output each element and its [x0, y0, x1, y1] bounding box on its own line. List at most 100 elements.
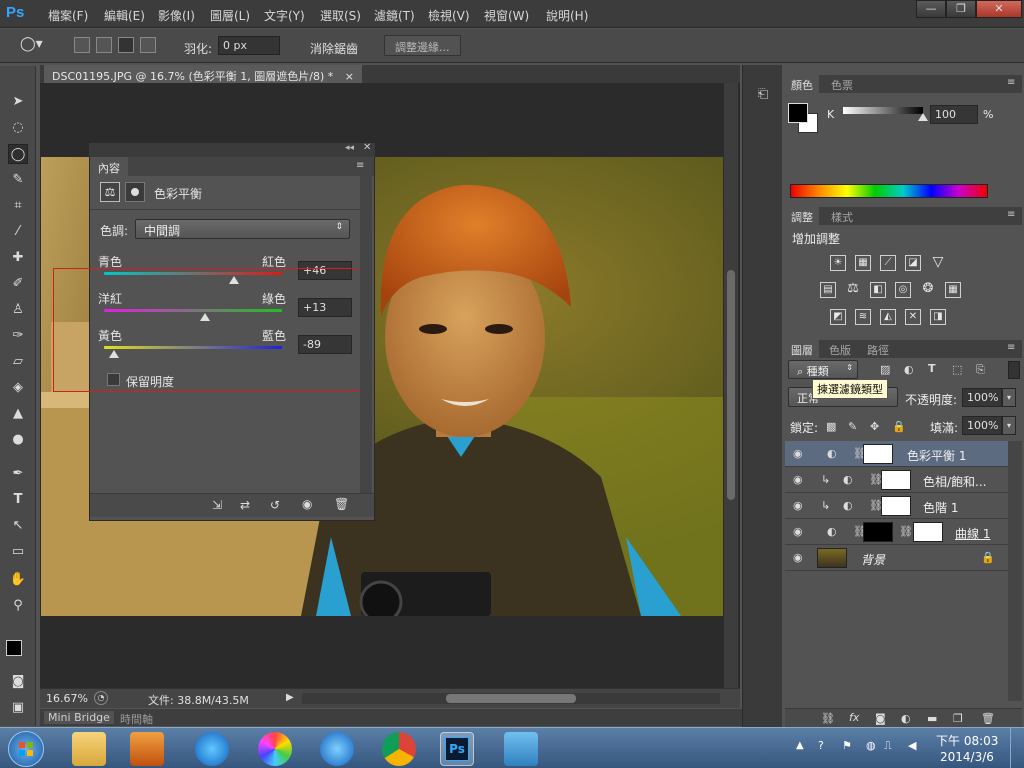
menu-window[interactable]: 視窗(W) — [484, 7, 529, 24]
camera-app-icon[interactable] — [504, 732, 538, 766]
lock-pixels-icon[interactable]: ✎ — [848, 420, 857, 433]
menu-view[interactable]: 檢視(V) — [428, 7, 470, 24]
tab-paths[interactable]: 路徑 — [861, 340, 895, 358]
clock-time[interactable]: 下午 08:03 — [936, 732, 998, 749]
levels-icon[interactable]: ▦ — [855, 255, 871, 271]
color-lookup-icon[interactable]: ▦ — [945, 282, 961, 298]
delete-adjustment-icon[interactable]: 🗑 — [334, 497, 349, 511]
k-slider-thumb[interactable] — [918, 113, 928, 121]
gradient-map-icon[interactable]: ✕ — [905, 309, 921, 325]
curves-icon[interactable]: ⟋ — [880, 255, 896, 271]
tab-mini-bridge[interactable]: Mini Bridge — [44, 711, 114, 724]
document-tab[interactable]: DSC01195.JPG @ 16.7% (色彩平衡 1, 圖層遮色片/8) *… — [44, 65, 362, 83]
menu-file[interactable]: 檔案(F) — [48, 7, 88, 24]
properties-panel-header[interactable]: ◂◂ ✕ — [89, 142, 375, 157]
exposure-icon[interactable]: ◪ — [905, 255, 921, 271]
properties-scrollbar[interactable] — [360, 176, 372, 516]
screen-mode-icon[interactable]: ▣ — [8, 698, 28, 718]
tray-expand-icon[interactable]: ▲ — [796, 740, 804, 751]
menu-filter[interactable]: 濾鏡(T) — [374, 7, 415, 24]
selective-color-icon[interactable]: ◨ — [930, 309, 946, 325]
tab-properties[interactable]: 內容 — [90, 157, 128, 176]
refine-edge-button[interactable]: 調整邊緣... — [384, 35, 461, 56]
tab-layers[interactable]: 圖層 — [785, 340, 819, 358]
fill-value[interactable]: 100% — [962, 416, 1002, 435]
fill-arrow-icon[interactable]: ▾ — [1002, 416, 1016, 435]
tone-select[interactable]: 中間調 ⇕ — [135, 219, 350, 239]
status-arrow-icon[interactable]: ▶ — [286, 692, 294, 703]
path-select-tool-icon[interactable]: ↖ — [8, 516, 28, 536]
healing-tool-icon[interactable]: ✚ — [8, 248, 28, 268]
invert-icon[interactable]: ◩ — [830, 309, 846, 325]
filter-smart-object-icon[interactable]: ⎘ — [976, 363, 985, 377]
explorer-icon[interactable] — [72, 732, 106, 766]
layer-mask-thumbnail[interactable] — [863, 522, 893, 542]
filter-shape-icon[interactable]: ⬚ — [952, 363, 962, 376]
opacity-arrow-icon[interactable]: ▾ — [1002, 388, 1016, 407]
dodge-tool-icon[interactable]: ● — [8, 430, 28, 450]
visibility-eye-icon[interactable]: ◉ — [793, 473, 803, 486]
color-spectrum[interactable] — [790, 184, 988, 198]
new-group-icon[interactable]: ▬ — [927, 712, 937, 725]
color-balance-adj-icon[interactable]: ⚖ — [845, 282, 861, 298]
menu-layer[interactable]: 圖層(L) — [210, 7, 250, 24]
quick-mask-icon[interactable]: ◙ — [8, 672, 28, 692]
show-desktop-button[interactable] — [1010, 728, 1024, 768]
layer-style-icon[interactable]: fx — [849, 711, 859, 724]
marquee-tool-icon[interactable]: ◌ — [8, 118, 28, 138]
visibility-eye-icon[interactable]: ◉ — [793, 447, 803, 460]
layer-row-color-balance[interactable]: ◉ ◐ ⛓ 色彩平衡 1 — [785, 441, 1022, 467]
eyedropper-tool-icon[interactable]: ⁄ — [8, 222, 28, 242]
layer-mask-thumbnail[interactable] — [881, 496, 911, 516]
hand-tool-icon[interactable]: ✋ — [8, 570, 28, 590]
visibility-icon[interactable]: ◉ — [302, 497, 312, 511]
stamp-tool-icon[interactable]: ♙ — [8, 300, 28, 320]
lasso-preset-icon[interactable]: ◯▾ — [20, 36, 50, 54]
history-panel-icon[interactable]: ⎗ — [753, 87, 773, 107]
vibrance-icon[interactable]: ▽ — [930, 255, 946, 271]
close-panel-icon[interactable]: ✕ — [363, 142, 371, 153]
filter-type-icon[interactable]: T — [928, 362, 936, 375]
link-icon[interactable]: ⛓ — [899, 525, 913, 538]
layer-row-hue-saturation[interactable]: ◉ ↳ ◐ ⛓ 色相/飽和... — [785, 467, 1022, 493]
opacity-value[interactable]: 100% — [962, 388, 1002, 407]
color-foreground-swatch[interactable] — [788, 103, 808, 123]
lock-transparency-icon[interactable]: ▩ — [826, 420, 836, 433]
tray-network-icon[interactable]: ⎍ — [884, 739, 892, 753]
channel-mixer-icon[interactable]: ❂ — [920, 282, 936, 298]
layer-mask-thumbnail[interactable] — [913, 522, 943, 542]
tab-channels[interactable]: 色版 — [823, 340, 857, 358]
photo-filter-icon[interactable]: ◎ — [895, 282, 911, 298]
tab-adjustments[interactable]: 調整 — [785, 207, 819, 225]
internet-explorer-icon[interactable] — [195, 732, 229, 766]
intersect-selection-icon[interactable] — [140, 37, 156, 53]
collapse-panel-icon[interactable]: ◂◂ — [345, 143, 354, 153]
clip-to-layer-icon[interactable]: ⇲ — [212, 498, 222, 512]
history-brush-tool-icon[interactable]: ✑ — [8, 326, 28, 346]
layers-scrollbar[interactable] — [1008, 441, 1022, 701]
k-value[interactable]: 100 — [930, 105, 978, 124]
visibility-eye-icon[interactable]: ◉ — [793, 551, 803, 564]
eraser-tool-icon[interactable]: ▱ — [8, 352, 28, 372]
add-selection-icon[interactable] — [96, 37, 112, 53]
horizontal-scrollbar-thumb[interactable] — [446, 694, 576, 703]
quick-select-tool-icon[interactable]: ✎ — [8, 170, 28, 190]
menu-help[interactable]: 說明(H) — [546, 7, 588, 24]
tray-help-icon[interactable]: ? — [818, 739, 824, 752]
tab-timeline[interactable]: 時間軸 — [116, 711, 157, 727]
brush-tool-icon[interactable]: ✐ — [8, 274, 28, 294]
background-thumbnail[interactable] — [817, 548, 847, 568]
filter-kind-select[interactable]: ⌕ 種類 ⇕ — [788, 360, 858, 379]
filter-toggle[interactable] — [1008, 361, 1020, 379]
messenger-icon[interactable] — [320, 732, 354, 766]
layer-row-curves[interactable]: ◉ ◐ ⛓ ⛓ 曲線 1 — [785, 519, 1022, 545]
menu-type[interactable]: 文字(Y) — [264, 7, 305, 24]
tab-color[interactable]: 顏色 — [785, 75, 819, 93]
add-mask-icon[interactable]: ◙ — [875, 712, 886, 725]
lock-position-icon[interactable]: ✥ — [870, 420, 879, 433]
reset-icon[interactable]: ↺ — [270, 498, 280, 512]
color-panel-menu-icon[interactable]: ≡ — [1007, 77, 1015, 88]
type-tool-icon[interactable]: T — [8, 490, 28, 510]
shape-tool-icon[interactable]: ▭ — [8, 542, 28, 562]
brightness-icon[interactable]: ☀ — [830, 255, 846, 271]
